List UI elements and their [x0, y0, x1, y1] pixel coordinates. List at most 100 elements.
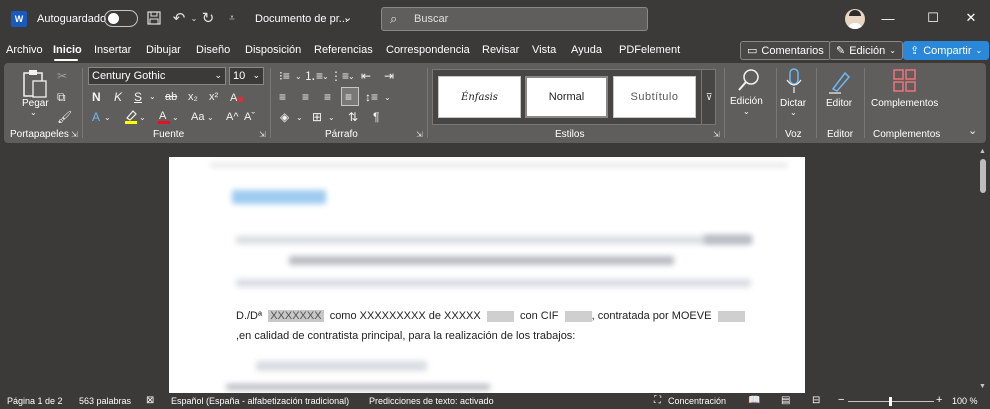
tab-archivo[interactable]: Archivo	[6, 44, 43, 56]
read-mode-icon[interactable]: 📖	[748, 395, 760, 406]
document-paragraph-1[interactable]: D./Dª XXXXXXX como XXXXXXXXX de XXXXX co…	[236, 310, 745, 322]
chevron-down-icon[interactable]: ⌄	[295, 71, 302, 83]
chevron-down-icon[interactable]: ⌄	[172, 112, 179, 124]
font-color-icon[interactable]: A	[157, 109, 171, 127]
customize-toolbar-icon[interactable]: ⩡	[223, 9, 241, 27]
paste-dropdown-icon[interactable]: ⌄	[30, 108, 37, 117]
chevron-down-icon[interactable]: ⌄	[104, 112, 111, 124]
decrease-indent-icon[interactable]: ⇤	[361, 70, 371, 82]
italic-button[interactable]: K	[114, 91, 122, 103]
dialog-launcher-icon[interactable]: ⇲	[259, 130, 266, 139]
chevron-down-icon[interactable]: ⌄	[384, 92, 391, 104]
word-count[interactable]: 563 palabras	[79, 396, 131, 406]
addins-icon[interactable]	[893, 69, 917, 95]
maximize-icon[interactable]: ☐	[925, 10, 941, 26]
zoom-in-icon[interactable]: +	[936, 394, 942, 406]
sort-icon[interactable]: ⇅	[348, 111, 358, 123]
align-right-icon[interactable]: ≡	[324, 91, 331, 103]
chevron-down-icon[interactable]: ⌄	[322, 71, 329, 83]
change-case-button[interactable]: Aa	[191, 111, 204, 123]
borders-icon[interactable]: ⊞	[312, 111, 322, 123]
numbering-icon[interactable]: ⒈≡	[304, 70, 323, 82]
align-center-icon[interactable]: ≡	[302, 91, 309, 103]
increase-indent-icon[interactable]: ⇥	[384, 70, 394, 82]
superscript-button[interactable]: x²	[209, 91, 218, 103]
chevron-down-icon[interactable]: ⌄	[207, 112, 214, 124]
editing-mode-button[interactable]: ✎ Edición ⌄	[829, 41, 903, 60]
autosave-toggle[interactable]	[104, 10, 138, 27]
save-icon[interactable]	[145, 9, 163, 27]
tab-insertar[interactable]: Insertar	[94, 44, 131, 56]
dialog-launcher-icon[interactable]: ⇲	[416, 130, 423, 139]
tab-disposicion[interactable]: Disposición	[245, 44, 301, 56]
tab-dibujar[interactable]: Dibujar	[146, 44, 181, 56]
tab-vista[interactable]: Vista	[532, 44, 556, 56]
focus-mode-label[interactable]: Concentración	[668, 396, 726, 406]
bullets-icon[interactable]: ⁝≡	[279, 70, 290, 82]
language-status[interactable]: Español (España - alfabetización tradici…	[171, 396, 349, 406]
bold-button[interactable]: N	[92, 91, 101, 103]
tab-inicio[interactable]: Inicio	[53, 44, 82, 56]
copy-icon[interactable]: ⧉	[57, 91, 66, 103]
zoom-slider-thumb[interactable]	[889, 397, 892, 406]
multilevel-list-icon[interactable]: ⋮≡	[330, 70, 349, 82]
font-family-select[interactable]: Century Gothic ⌄	[88, 67, 226, 85]
dialog-launcher-icon[interactable]: ⇲	[713, 130, 720, 139]
editor-button-label[interactable]: Editor	[826, 98, 852, 109]
show-formatting-icon[interactable]: ¶	[373, 111, 379, 123]
tab-correspondencia[interactable]: Correspondencia	[386, 44, 470, 56]
text-predictions-status[interactable]: Predicciones de texto: activado	[369, 396, 494, 406]
tab-ayuda[interactable]: Ayuda	[571, 44, 602, 56]
scroll-thumb[interactable]	[980, 159, 986, 193]
dialog-launcher-icon[interactable]: ⇲	[71, 130, 78, 139]
align-left-icon[interactable]: ≡	[279, 91, 286, 103]
scroll-up-icon[interactable]: ▲	[979, 148, 986, 155]
page-count[interactable]: Página 1 de 2	[7, 396, 63, 406]
collapse-ribbon-icon[interactable]: ⌄	[968, 125, 977, 137]
search-input[interactable]: Buscar	[414, 13, 448, 25]
underline-button[interactable]: S	[134, 91, 142, 103]
redo-icon[interactable]: ↻	[199, 9, 217, 27]
scroll-down-icon[interactable]: ▼	[979, 383, 986, 390]
comments-button[interactable]: ▭ Comentarios	[740, 41, 831, 60]
clear-formatting-icon[interactable]: A	[230, 90, 244, 106]
document-paragraph-2[interactable]: ,en calidad de contratista principal, pa…	[236, 330, 575, 342]
editor-icon[interactable]	[827, 69, 853, 97]
chevron-down-icon[interactable]: ⌄	[348, 71, 355, 83]
cut-icon[interactable]: ✂	[57, 70, 67, 82]
chevron-down-icon[interactable]: ⌄	[743, 107, 750, 116]
close-icon[interactable]: ✕	[963, 10, 979, 26]
format-painter-icon[interactable]: 🖌	[57, 111, 72, 123]
search-box[interactable]: ⌕ Buscar	[381, 7, 648, 31]
justify-icon[interactable]: ≡	[341, 87, 359, 106]
style-enfasis[interactable]: Énfasis	[438, 76, 521, 118]
tab-diseno[interactable]: Diseño	[196, 44, 230, 56]
tab-pdfelement[interactable]: PDFelement	[619, 44, 680, 56]
chevron-down-icon[interactable]: ⌄	[149, 91, 156, 103]
find-icon[interactable]	[737, 68, 761, 96]
shrink-font-button[interactable]: Aˇ	[244, 111, 255, 123]
microphone-icon[interactable]	[786, 68, 802, 96]
paste-icon[interactable]	[22, 69, 48, 101]
minimize-icon[interactable]: —	[880, 10, 896, 26]
line-spacing-icon[interactable]: ↕≡	[365, 91, 378, 103]
shading-icon[interactable]: ◈	[280, 111, 289, 123]
zoom-level[interactable]: 100 %	[952, 396, 978, 406]
editing-label[interactable]: Edición	[730, 96, 763, 107]
addins-button-label[interactable]: Complementos	[871, 98, 938, 109]
grow-font-button[interactable]: A^	[226, 111, 239, 123]
style-subtitulo[interactable]: Subtítulo	[613, 76, 696, 118]
chevron-down-icon[interactable]: ⌄	[139, 112, 146, 124]
styles-more-icon[interactable]: ⊽	[701, 70, 716, 124]
chevron-down-icon[interactable]: ⌄	[790, 108, 797, 117]
subscript-button[interactable]: x₂	[188, 91, 198, 103]
zoom-out-icon[interactable]: −	[838, 394, 844, 406]
strikethrough-button[interactable]: ab	[165, 91, 177, 103]
tab-referencias[interactable]: Referencias	[314, 44, 373, 56]
document-page[interactable]: D./Dª XXXXXXX como XXXXXXXXX de XXXXX co…	[169, 157, 805, 393]
print-layout-icon[interactable]: ▤	[781, 395, 790, 406]
share-button[interactable]: ⇪ Compartir ⌄	[903, 41, 990, 60]
chevron-down-icon[interactable]: ⌄	[343, 11, 352, 24]
web-layout-icon[interactable]: ⊟	[812, 395, 820, 406]
style-normal[interactable]: Normal	[525, 76, 608, 118]
